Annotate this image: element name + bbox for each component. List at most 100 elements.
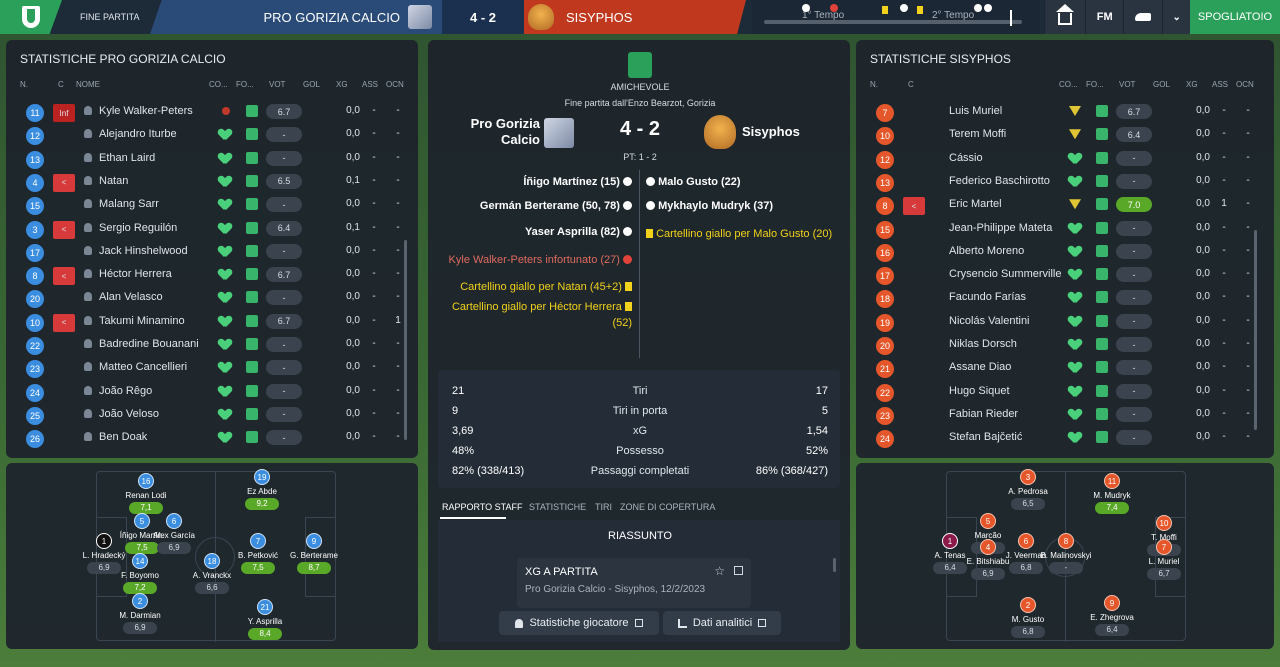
col-gol[interactable]: GOL [303, 80, 320, 89]
col-co[interactable]: CO... [1059, 80, 1078, 89]
table-row[interactable]: 24 Stefan Bajčetić -0,0- - [866, 426, 1266, 449]
col-fo[interactable]: FO... [1086, 80, 1104, 89]
table-row[interactable]: 20 Niklas Dorsch -0,0- - [866, 333, 1266, 356]
col-vot[interactable]: VOT [1119, 80, 1135, 89]
table-row[interactable]: 15 Jean-Philippe Mateta -0,0- - [866, 217, 1266, 240]
table-row[interactable]: 18 Facundo Farías -0,0- - [866, 286, 1266, 309]
table-row[interactable]: 13 Ethan Laird -0,0- - [16, 147, 416, 170]
tab-tiri[interactable]: TIRI [595, 502, 612, 512]
status-badge[interactable]: Inf [53, 104, 75, 122]
table-row[interactable]: 23 Matteo Cancellieri -0,0- - [16, 356, 416, 379]
status-badge[interactable]: < [53, 173, 75, 192]
player-name[interactable]: Ben Doak [99, 431, 147, 443]
match-event[interactable]: (52) [612, 317, 632, 329]
scrollbar[interactable] [404, 240, 407, 440]
table-row[interactable]: 20 Alan Velasco -0,0- - [16, 286, 416, 309]
table-row[interactable]: 15 Malang Sarr -0,0- - [16, 193, 416, 216]
player-name[interactable]: Alejandro Iturbe [99, 128, 177, 140]
table-row[interactable]: 12 Cássio -0,0- - [866, 147, 1266, 170]
col-n[interactable]: N. [870, 80, 878, 89]
tab-statistiche[interactable]: STATISTICHE [529, 502, 586, 512]
player-name[interactable]: Sergio Reguilón [99, 222, 177, 234]
goal-event-icon[interactable] [974, 4, 982, 12]
match-event[interactable]: Yaser Asprilla (82) [525, 226, 632, 238]
analytics-button[interactable]: Dati analitici [663, 611, 781, 635]
player-name[interactable]: Terem Moffi [949, 128, 1006, 140]
table-row[interactable]: 12 Alejandro Iturbe -0,0- - [16, 123, 416, 146]
status-badge[interactable]: < [903, 197, 925, 216]
expand-icon[interactable] [734, 566, 743, 575]
player-name[interactable]: Takumi Minamino [99, 315, 185, 327]
goal-event-icon[interactable] [984, 4, 992, 12]
pitch-player[interactable]: 2 M. Darmian 6,9 [105, 593, 175, 634]
player-name[interactable]: Luis Muriel [949, 105, 1002, 117]
player-name[interactable]: Héctor Herrera [99, 268, 172, 280]
col-c[interactable]: C [58, 80, 64, 89]
pitch-player[interactable]: 21 Y. Asprilla 8,4 [230, 599, 300, 640]
table-row[interactable]: 8 < Eric Martel 7.0 0,0 1 - [866, 193, 1266, 216]
col-n[interactable]: N. [20, 80, 28, 89]
pitch-player[interactable]: 19 Ez Abde 9,2 [227, 469, 297, 510]
player-name[interactable]: Stefan Bajčetić [949, 431, 1022, 443]
player-name[interactable]: Jack Hinshelwood [99, 245, 188, 257]
col-xg[interactable]: XG [1186, 80, 1198, 89]
fm-logo-icon[interactable] [0, 0, 62, 34]
player-name[interactable]: Federico Baschirotto [949, 175, 1050, 187]
spogliatoio-button[interactable]: SPOGLIATOIO [1190, 0, 1280, 34]
player-name[interactable]: Nicolás Valentini [949, 315, 1030, 327]
player-name[interactable]: Niklas Dorsch [949, 338, 1017, 350]
player-stats-button[interactable]: Statistiche giocatore [499, 611, 659, 635]
goal-event-icon[interactable] [900, 4, 908, 12]
col-vot[interactable]: VOT [269, 80, 285, 89]
match-event[interactable]: Malo Gusto (22) [646, 176, 741, 188]
table-row[interactable]: 13 Federico Baschirotto -0,0- - [866, 170, 1266, 193]
table-row[interactable]: 22 Hugo Siquet -0,0- - [866, 380, 1266, 403]
player-name[interactable]: Crysencio Summerville [949, 268, 1061, 280]
pitch-player[interactable]: 7 L. Muriel 6,7 [1129, 539, 1199, 580]
table-row[interactable]: 7 Luis Muriel 6.7 0,0 - - [866, 100, 1266, 123]
table-row[interactable]: 22 Badredine Bouanani -0,0- - [16, 333, 416, 356]
status-badge[interactable]: < [53, 313, 75, 332]
col-co[interactable]: CO... [209, 80, 228, 89]
table-row[interactable]: 10 Terem Moffi 6.4 0,0- - [866, 123, 1266, 146]
table-row[interactable]: 8 < Héctor Herrera 6.7 0,0- - [16, 263, 416, 286]
table-row[interactable]: 19 Nicolás Valentini -0,0- - [866, 310, 1266, 333]
match-event[interactable]: Kyle Walker-Peters infortunato (27) [449, 254, 632, 266]
col-nome[interactable]: NOME [76, 80, 100, 89]
player-name[interactable]: Assane Diao [949, 361, 1011, 373]
home-button[interactable] [1044, 0, 1086, 34]
table-row[interactable]: 4 < Natan 6.5 0,1- - [16, 170, 416, 193]
col-ass[interactable]: ASS [1212, 80, 1228, 89]
table-row[interactable]: 17 Crysencio Summerville -0,0- - [866, 263, 1266, 286]
status-badge[interactable]: < [53, 220, 75, 239]
injury-event-icon[interactable] [830, 4, 838, 12]
table-row[interactable]: 21 Assane Diao -0,0- - [866, 356, 1266, 379]
scrollbar[interactable] [833, 558, 836, 572]
pitch-player[interactable]: 16 Renan Lodi 7,1 [111, 473, 181, 514]
goal-event-icon[interactable] [802, 4, 810, 12]
fm-button[interactable]: FM [1085, 0, 1123, 34]
match-event[interactable]: Cartellino giallo per Malo Gusto (20) [646, 228, 832, 240]
table-row[interactable]: 11 Inf Kyle Walker-Peters 6.7 0,0 - - [16, 100, 416, 123]
pitch-player[interactable]: 2 M. Gusto 6,8 [993, 597, 1063, 638]
tab-rapporto-staff[interactable]: RAPPORTO STAFF [442, 502, 523, 512]
table-row[interactable]: 10 < Takumi Minamino 6.7 0,0-1 [16, 310, 416, 333]
table-row[interactable]: 24 João Rêgo -0,0- - [16, 380, 416, 403]
player-name[interactable]: Alberto Moreno [949, 245, 1024, 257]
match-event[interactable]: Mykhaylo Mudryk (37) [646, 200, 773, 212]
player-name[interactable]: Cássio [949, 152, 983, 164]
player-name[interactable]: Badredine Bouanani [99, 338, 199, 350]
star-icon[interactable]: ☆ [714, 564, 725, 578]
pitch-player[interactable]: 3 A. Pedrosa 6,5 [993, 469, 1063, 510]
xg-card[interactable]: XG A PARTITA Pro Gorizia Calcio - Sisyph… [517, 558, 751, 608]
scrollbar[interactable] [1254, 230, 1257, 430]
shoe-button[interactable] [1122, 0, 1163, 34]
player-name[interactable]: João Rêgo [99, 385, 152, 397]
pitch-player[interactable]: 14 F. Boyomo 7,2 [105, 553, 175, 594]
col-ocn[interactable]: OCN [386, 80, 404, 89]
col-ocn[interactable]: OCN [1236, 80, 1254, 89]
pitch-player[interactable]: 8 B. Malinovskyi - [1031, 533, 1101, 574]
match-event[interactable]: Íñigo Martínez (15) [523, 176, 632, 188]
player-name[interactable]: Eric Martel [949, 198, 1002, 210]
player-name[interactable]: Jean-Philippe Mateta [949, 222, 1052, 234]
